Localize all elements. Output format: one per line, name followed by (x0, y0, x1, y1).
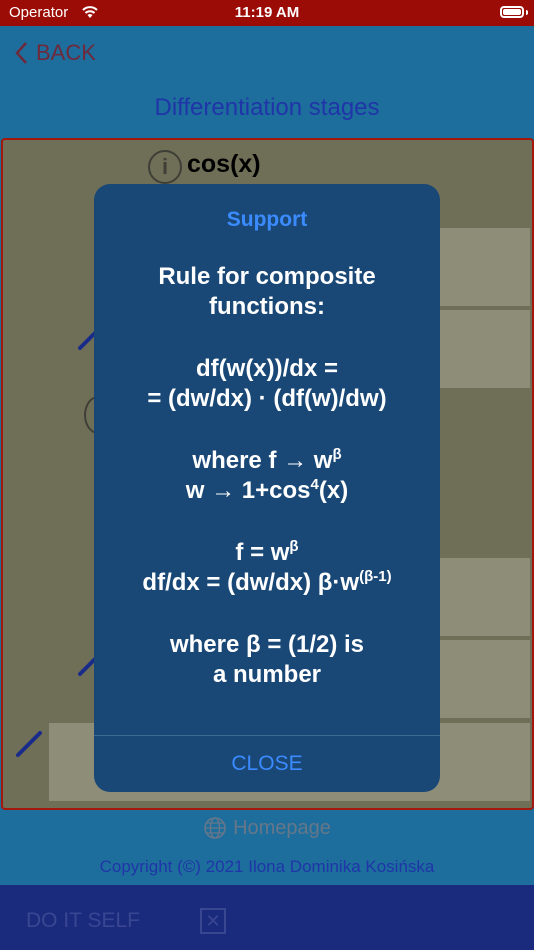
copyright-text: Copyright (©) 2021 Ilona Dominika Kosińs… (99, 857, 435, 876)
status-bar: Operator 11:19 AM (0, 0, 534, 26)
back-button[interactable]: BACK (14, 40, 96, 66)
chevron-left-icon (15, 42, 27, 64)
derivative-rule-line-1: df(w(x))/dx = (196, 355, 338, 382)
where-f-line: where f → wβ (192, 446, 342, 474)
dfdx-line: df/dx = (dw/dx) β·w(β-1) (142, 568, 392, 596)
function-label: cos(x) (187, 150, 261, 178)
stage-field-4[interactable] (440, 640, 530, 718)
stage-field-2[interactable] (440, 310, 530, 388)
dialog-body: Rule for composite functions: df(w(x))/d… (94, 262, 440, 690)
globe-icon (204, 817, 226, 839)
homepage-link[interactable]: Homepage (0, 816, 534, 840)
homepage-label: Homepage (233, 816, 331, 839)
stage-field-3[interactable] (440, 558, 530, 636)
stage-field-1[interactable] (440, 228, 530, 306)
pencil-icon[interactable] (13, 726, 47, 760)
rule-heading-line-2: functions: (209, 293, 325, 320)
rule-heading-line-1: Rule for composite (158, 263, 376, 290)
battery-icon (500, 6, 524, 18)
clock: 11:19 AM (234, 4, 300, 21)
close-button[interactable]: CLOSE (94, 736, 440, 792)
w-definition-line: w → 1+cos4(x) (185, 476, 349, 504)
close-box-icon[interactable]: ✕ (200, 908, 226, 934)
beta-note-line-2: a number (212, 661, 322, 688)
do-it-self-button[interactable]: DO IT SELF (26, 909, 140, 933)
page-title: Differentiation stages (154, 94, 380, 121)
f-definition-line: f = wβ (235, 538, 299, 566)
beta-note-line-1: where β = (1/2) is (169, 631, 365, 658)
derivative-rule-line-2: = (dw/dx) · (df(w)/dw) (147, 385, 387, 412)
info-icon[interactable]: i (148, 150, 182, 184)
back-label: BACK (36, 40, 96, 65)
support-dialog: Support Rule for composite functions: df… (94, 184, 440, 792)
dialog-title: Support (226, 208, 308, 231)
